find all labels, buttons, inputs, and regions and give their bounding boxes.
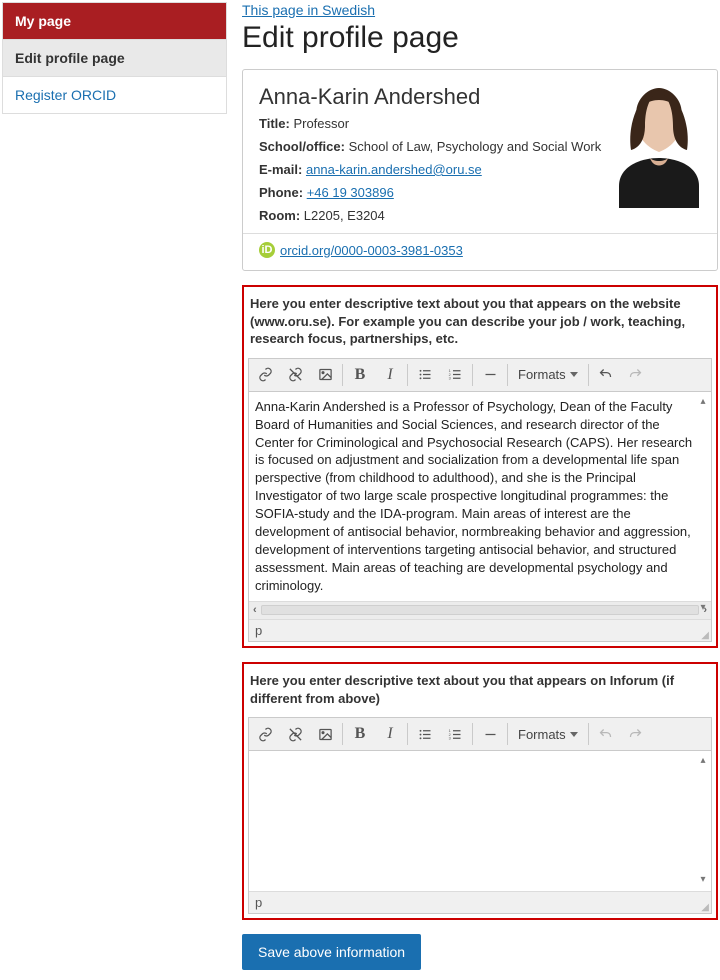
avatar	[609, 78, 709, 208]
editor-status-path[interactable]: p◢	[249, 891, 711, 913]
website-bio-editor: Here you enter descriptive text about yo…	[242, 285, 718, 648]
save-button[interactable]: Save above information	[242, 934, 421, 970]
school-value: School of Law, Psychology and Social Wor…	[349, 139, 602, 154]
editor-toolbar: B I 123 Formats	[248, 358, 712, 392]
svg-text:3: 3	[448, 736, 450, 740]
nav-edit-profile[interactable]: Edit profile page	[3, 40, 226, 77]
unlink-icon[interactable]	[280, 719, 310, 749]
italic-button[interactable]: I	[375, 360, 405, 390]
horizontal-scrollbar[interactable]: ‹›	[249, 601, 711, 619]
main-content: This page in Swedish Edit profile page A…	[242, 2, 718, 970]
editor-status-path[interactable]: p◢	[249, 619, 711, 641]
title-label: Title:	[259, 116, 290, 131]
room-value: L2205, E3204	[304, 208, 385, 223]
resize-handle[interactable]: ◢	[701, 632, 709, 640]
bold-button[interactable]: B	[345, 719, 375, 749]
phone-label: Phone:	[259, 185, 303, 200]
nav-register-orcid[interactable]: Register ORCID	[3, 77, 226, 113]
formats-dropdown[interactable]: Formats	[510, 719, 586, 749]
school-label: School/office:	[259, 139, 345, 154]
redo-icon[interactable]	[621, 360, 651, 390]
image-icon[interactable]	[310, 360, 340, 390]
hr-icon[interactable]	[475, 360, 505, 390]
language-link[interactable]: This page in Swedish	[242, 2, 375, 18]
chevron-down-icon	[570, 372, 578, 377]
editor-toolbar: B I 123 Formats	[248, 717, 712, 751]
page-title: Edit profile page	[242, 21, 718, 55]
email-label: E-mail:	[259, 162, 302, 177]
hr-icon[interactable]	[475, 719, 505, 749]
redo-icon[interactable]	[621, 719, 651, 749]
numbered-list-icon[interactable]: 123	[440, 719, 470, 749]
inforum-bio-label: Here you enter descriptive text about yo…	[248, 668, 712, 717]
website-bio-textarea[interactable]: Anna-Karin Andershed is a Professor of P…	[249, 392, 711, 601]
title-value: Professor	[293, 116, 349, 131]
undo-icon[interactable]	[591, 360, 621, 390]
italic-button[interactable]: I	[375, 719, 405, 749]
unlink-icon[interactable]	[280, 360, 310, 390]
room-label: Room:	[259, 208, 300, 223]
profile-card: Anna-Karin Andershed Title: Professor Sc…	[242, 69, 718, 271]
inforum-bio-editor: Here you enter descriptive text about yo…	[242, 662, 718, 920]
svg-text:3: 3	[448, 377, 450, 381]
undo-icon[interactable]	[591, 719, 621, 749]
bullet-list-icon[interactable]	[410, 360, 440, 390]
phone-link[interactable]: +46 19 303896	[307, 185, 394, 200]
chevron-down-icon	[570, 732, 578, 737]
resize-handle[interactable]: ◢	[701, 904, 709, 912]
email-link[interactable]: anna-karin.andershed@oru.se	[306, 162, 482, 177]
nav-my-page[interactable]: My page	[3, 3, 226, 40]
link-icon[interactable]	[250, 360, 280, 390]
link-icon[interactable]	[250, 719, 280, 749]
bullet-list-icon[interactable]	[410, 719, 440, 749]
website-bio-label: Here you enter descriptive text about yo…	[248, 291, 712, 358]
image-icon[interactable]	[310, 719, 340, 749]
numbered-list-icon[interactable]: 123	[440, 360, 470, 390]
formats-dropdown[interactable]: Formats	[510, 360, 586, 390]
sidebar: My page Edit profile page Register ORCID	[2, 2, 227, 970]
orcid-icon: iD	[259, 242, 275, 258]
orcid-link[interactable]: orcid.org/0000-0003-3981-0353	[280, 243, 463, 258]
bold-button[interactable]: B	[345, 360, 375, 390]
inforum-bio-textarea[interactable]	[249, 751, 711, 891]
